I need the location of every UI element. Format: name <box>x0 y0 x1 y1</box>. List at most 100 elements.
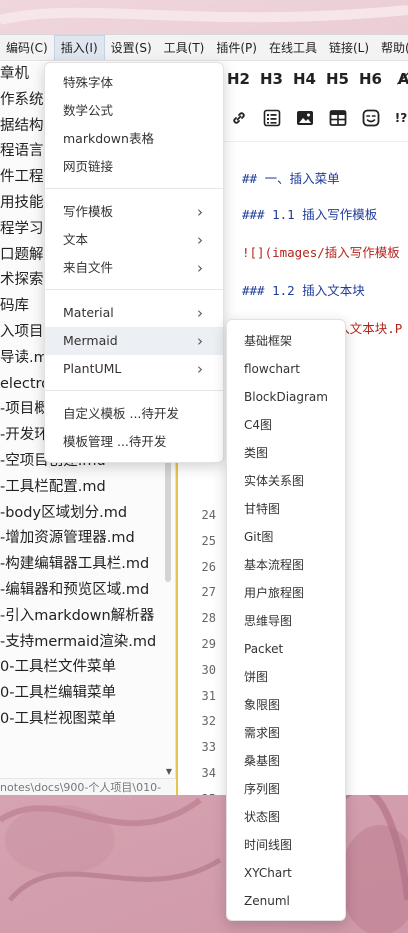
insert-menu-item[interactable]: 网页链接 <box>45 153 223 181</box>
line-number: 24 <box>201 508 216 522</box>
insert-menu-item[interactable]: 自定义模板 ...待开发 <box>45 400 223 428</box>
menu-item-label: 自定义模板 ...待开发 <box>63 406 179 421</box>
file-tree-item[interactable]: -增加资源管理器.md <box>0 526 175 552</box>
insert-menu-item[interactable]: PlantUML › <box>45 355 223 383</box>
menu-item[interactable]: 链接(L) <box>323 35 375 60</box>
menu-item-label: 模板管理 ...待开发 <box>63 434 167 449</box>
mermaid-submenu: 基础框架 flowchart BlockDiagram C4图 类图 实体关系图 甘特图 Gi… <box>226 319 346 921</box>
file-tree-item[interactable]: -支持mermaid渲染.md <box>0 630 175 656</box>
line-number: 34 <box>201 766 216 780</box>
heading-h5-button[interactable]: H5 <box>321 70 354 88</box>
line-number: 30 <box>201 662 216 677</box>
code-line: ### 1.1 插入写作模板 <box>242 207 378 222</box>
mermaid-submenu-item[interactable]: 状态图 <box>227 803 345 831</box>
line-number: 32 <box>201 714 216 729</box>
menu-item-label: markdown表格 <box>63 131 154 146</box>
mermaid-submenu-item[interactable]: 需求图 <box>227 719 345 747</box>
menu-item[interactable]: 设置(S) <box>105 35 158 60</box>
mermaid-submenu-item[interactable]: 基本流程图 <box>227 551 345 579</box>
emoji-icon[interactable] <box>354 106 387 130</box>
mermaid-submenu-item[interactable]: Packet <box>227 635 345 663</box>
file-tree-item[interactable]: -工具栏配置.md <box>0 475 175 501</box>
menu-item[interactable]: 在线工具 <box>263 35 323 60</box>
menu-bar: 编码(C)插入(I)设置(S)工具(T)插件(P)在线工具链接(L)帮助(H) <box>0 35 408 61</box>
heading-h3-button[interactable]: H3 <box>255 70 288 88</box>
menu-item[interactable]: 工具(T) <box>158 35 211 60</box>
more-icon[interactable]: !?‹ <box>387 106 408 130</box>
scroll-down-icon[interactable]: ▼ <box>166 767 172 776</box>
mermaid-submenu-item[interactable]: 实体关系图 <box>227 467 345 495</box>
file-tree-item[interactable]: 0-工具栏视图菜单 <box>0 707 175 733</box>
insert-menu-item[interactable]: Mermaid › <box>45 327 223 355</box>
file-tree-item[interactable]: 0-工具栏编辑菜单 <box>0 681 175 707</box>
file-tree-item[interactable]: 0-工具栏文件菜单 <box>0 655 175 681</box>
code-line: ### 1.2 插入文本块 <box>242 283 365 298</box>
mermaid-submenu-item[interactable]: flowchart <box>227 355 345 383</box>
menu-item-label: PlantUML <box>63 361 122 376</box>
mermaid-submenu-item[interactable]: BlockDiagram <box>227 383 345 411</box>
mermaid-submenu-item[interactable]: Git图 <box>227 523 345 551</box>
insert-menu-item[interactable]: 模板管理 ...待开发 <box>45 428 223 456</box>
insert-menu-item[interactable]: 特殊字体 <box>45 69 223 97</box>
mermaid-submenu-item[interactable]: 基础框架 <box>227 327 345 355</box>
chevron-right-icon: › <box>197 304 203 322</box>
file-tree-item[interactable]: -构建编辑器工具栏.md <box>0 552 175 578</box>
menu-item-label: 特殊字体 <box>63 75 114 90</box>
mermaid-submenu-item[interactable]: Zenuml <box>227 887 345 915</box>
heading-h2-button[interactable]: H2 <box>222 70 255 88</box>
insert-menu-item[interactable]: 写作模板 › <box>45 198 223 226</box>
file-tree-item[interactable]: -引入markdown解析器 <box>0 604 175 630</box>
line-number: 31 <box>201 688 216 703</box>
heading-h6-button[interactable]: H6 <box>354 70 387 88</box>
list-icon[interactable] <box>255 106 288 130</box>
mermaid-submenu-item[interactable]: XYChart <box>227 859 345 887</box>
line-number: 27 <box>201 585 216 600</box>
menu-item[interactable]: 帮助(H) <box>375 35 408 60</box>
mermaid-submenu-item[interactable]: C4图 <box>227 411 345 439</box>
mermaid-submenu-item[interactable]: 饼图 <box>227 663 345 691</box>
mermaid-submenu-item[interactable]: 桑基图 <box>227 747 345 775</box>
font-style-icon[interactable]: A̸ <box>387 70 408 88</box>
mermaid-submenu-item[interactable]: 类图 <box>227 439 345 467</box>
file-tree-item[interactable]: -body区域划分.md <box>0 501 175 527</box>
line-number: 28 <box>201 611 216 626</box>
insert-menu-item[interactable]: Material › <box>45 299 223 327</box>
menu-item[interactable]: 编码(C) <box>0 35 54 60</box>
insert-menu-dropdown: 特殊字体 数学公式 markdown表格 网页链接 写作模板 › 文本 › 来自文件 › Mater… <box>44 62 224 463</box>
insert-menu-item[interactable]: 来自文件 › <box>45 254 223 282</box>
code-line: ![](images/插入写作模板 <box>242 245 400 260</box>
table-icon[interactable] <box>321 106 354 130</box>
menu-item-label: 文本 <box>63 232 89 247</box>
menu-item-label: 写作模板 <box>63 204 114 219</box>
insert-menu-item[interactable]: 文本 › <box>45 226 223 254</box>
mermaid-submenu-item[interactable]: 象限图 <box>227 691 345 719</box>
insert-menu-item[interactable]: 数学公式 <box>45 97 223 125</box>
file-tree-item[interactable]: -编辑器和预览区域.md <box>0 578 175 604</box>
menu-item[interactable]: 插件(P) <box>210 35 263 60</box>
line-number: 26 <box>201 559 216 574</box>
mermaid-submenu-item[interactable]: 用户旅程图 <box>227 579 345 607</box>
line-number: 25 <box>201 533 216 548</box>
menu-item[interactable]: 插入(I) <box>53 35 105 60</box>
mermaid-submenu-item[interactable]: 序列图 <box>227 775 345 803</box>
line-number: 29 <box>201 637 216 651</box>
line-number: 33 <box>201 740 216 755</box>
chevron-right-icon: › <box>197 203 203 221</box>
mermaid-submenu-item[interactable]: 甘特图 <box>227 495 345 523</box>
image-icon[interactable] <box>288 106 321 130</box>
menu-item-label: 数学公式 <box>63 103 114 118</box>
chevron-right-icon: › <box>197 360 203 378</box>
menu-item-label: Material <box>63 305 114 320</box>
menu-separator <box>45 188 223 189</box>
heading-h4-button[interactable]: H4 <box>288 70 321 88</box>
mermaid-submenu-item[interactable]: 时间线图 <box>227 831 345 859</box>
menu-separator <box>45 289 223 290</box>
chevron-right-icon: › <box>197 259 203 277</box>
insert-menu-item[interactable]: markdown表格 <box>45 125 223 153</box>
link-icon[interactable] <box>222 106 255 130</box>
mermaid-submenu-item[interactable]: 思维导图 <box>227 607 345 635</box>
menu-item-label: Mermaid <box>63 333 118 348</box>
menu-item-label: 来自文件 <box>63 260 114 275</box>
file-path: notes\docs\900-个人项目\010- <box>0 778 176 795</box>
menu-separator <box>45 390 223 391</box>
